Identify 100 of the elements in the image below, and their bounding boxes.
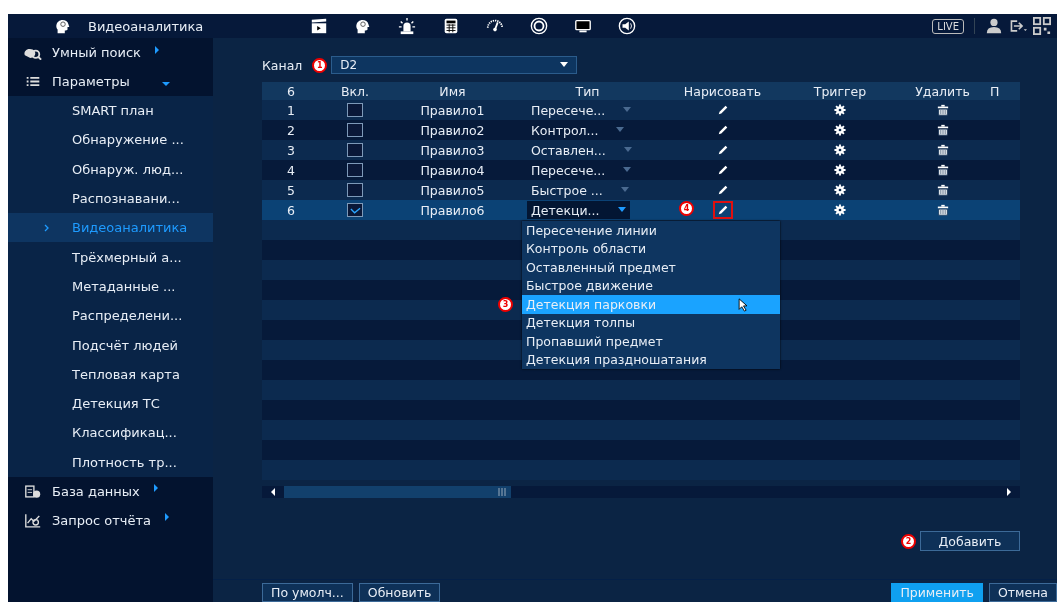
dropdown-option[interactable]: Контроль области bbox=[522, 239, 780, 258]
dropdown-option[interactable]: Пропавший предмет bbox=[522, 332, 780, 351]
sidebar-item[interactable]: Обнаруж. люд... bbox=[8, 154, 213, 184]
sidebar-item[interactable]: Тепловая карта bbox=[8, 359, 213, 389]
grip-icon bbox=[497, 487, 507, 497]
scroll-left-icon[interactable] bbox=[270, 488, 276, 496]
table-cell-text: Правило6 bbox=[419, 202, 486, 218]
sidebar-item[interactable]: Обнаружение ... bbox=[8, 125, 213, 155]
settings-icon[interactable] bbox=[834, 204, 846, 216]
type-dropdown[interactable]: Оставлен... bbox=[527, 141, 636, 159]
pencil-icon[interactable] bbox=[716, 184, 729, 196]
table-cell-text: Правило4 bbox=[419, 162, 486, 178]
sidebar-item[interactable]: Видеоаналитика bbox=[8, 213, 213, 243]
pencil-icon[interactable] bbox=[716, 204, 729, 216]
type-dropdown[interactable]: Быстрое ... bbox=[527, 181, 633, 199]
column-header: 6 bbox=[286, 83, 296, 99]
column-header: Удалить bbox=[914, 83, 971, 99]
checkbox[interactable] bbox=[347, 203, 363, 217]
dropdown-option[interactable]: Детекция праздношатания bbox=[522, 350, 780, 369]
sidebar-item[interactable]: Подсчёт людей bbox=[8, 330, 213, 360]
sidebar-item[interactable]: Плотность тр... bbox=[8, 447, 213, 477]
sidebar-item[interactable]: Трёхмерный а... bbox=[8, 242, 213, 272]
type-dropdown[interactable]: Пересече... bbox=[527, 161, 636, 179]
logout-icon[interactable] bbox=[1009, 17, 1027, 35]
checkbox[interactable] bbox=[347, 183, 363, 197]
table-row[interactable]: 4 Правило4 Пересече... bbox=[262, 160, 1020, 180]
dropdown-option[interactable]: Быстрое движение bbox=[522, 276, 780, 295]
pencil-icon[interactable] bbox=[716, 144, 729, 156]
live-button[interactable]: LIVE bbox=[932, 18, 964, 34]
dropdown-option[interactable]: Детекция толпы bbox=[522, 313, 780, 332]
sidebar-item[interactable]: SMART план bbox=[8, 96, 213, 126]
footer-button[interactable]: Отмена bbox=[988, 583, 1057, 602]
scroll-right-icon[interactable] bbox=[1006, 488, 1012, 496]
trash-icon[interactable] bbox=[936, 184, 949, 196]
sidebar-item[interactable]: Детекция ТС bbox=[8, 388, 213, 419]
chevron-icon bbox=[44, 224, 50, 233]
trash-icon[interactable] bbox=[936, 164, 949, 176]
speaker-icon[interactable] bbox=[618, 17, 636, 35]
table-row[interactable]: 3 Правило3 Оставлен... bbox=[262, 140, 1020, 160]
dropdown-option[interactable]: Оставленный предмет bbox=[522, 258, 780, 277]
caret-down-icon bbox=[623, 107, 632, 113]
caret-down-icon bbox=[161, 79, 170, 88]
column-header: Имя bbox=[438, 83, 467, 99]
footer-button[interactable]: Обновить bbox=[358, 583, 441, 602]
table-cell-text: 1 bbox=[286, 102, 296, 118]
sidebar-item[interactable]: Запрос отчёта bbox=[8, 505, 213, 535]
channel-label: Канал bbox=[262, 57, 303, 73]
sidebar-item[interactable]: Распределени... bbox=[8, 301, 213, 331]
user-icon[interactable] bbox=[985, 17, 1003, 35]
table-cell-text: Правило5 bbox=[419, 182, 486, 198]
checkbox[interactable] bbox=[347, 123, 363, 137]
settings-icon[interactable] bbox=[834, 184, 846, 196]
type-dropdown[interactable]: Контрол... bbox=[527, 121, 629, 139]
caret-down-icon bbox=[616, 127, 625, 133]
settings-icon[interactable] bbox=[834, 144, 846, 156]
channel-dropdown[interactable]: D2 bbox=[331, 56, 578, 74]
table-row[interactable]: 5 Правило5 Быстрое ... bbox=[262, 180, 1020, 200]
sidebar-item[interactable]: Классификац... bbox=[8, 418, 213, 448]
trash-icon[interactable] bbox=[936, 144, 949, 156]
type-dropdown[interactable]: Пересече... bbox=[527, 101, 636, 119]
type-dropdown[interactable]: Детекци... bbox=[527, 201, 630, 219]
trash-icon[interactable] bbox=[936, 204, 949, 216]
checkbox[interactable] bbox=[347, 163, 363, 177]
scroll-thumb[interactable] bbox=[284, 486, 511, 498]
alarm-light-icon[interactable] bbox=[398, 17, 416, 35]
pencil-icon[interactable] bbox=[716, 124, 729, 136]
add-button[interactable]: Добавить bbox=[920, 531, 1020, 551]
table-cell-text: Правило1 bbox=[419, 102, 486, 118]
settings-icon[interactable] bbox=[834, 104, 846, 116]
head-icon bbox=[54, 17, 72, 35]
monitor-icon[interactable] bbox=[574, 17, 592, 35]
pencil-icon[interactable] bbox=[716, 104, 729, 116]
clapperboard-icon[interactable] bbox=[310, 17, 328, 35]
trash-icon[interactable] bbox=[936, 124, 949, 136]
callout-marker: 1 bbox=[312, 57, 328, 73]
caret-right-icon bbox=[151, 484, 160, 493]
settings-icon[interactable] bbox=[834, 124, 846, 136]
checkbox[interactable] bbox=[347, 103, 363, 117]
qr-code-icon[interactable] bbox=[1033, 17, 1051, 35]
calculator-icon[interactable] bbox=[442, 17, 460, 35]
footer-button[interactable]: По умолч... bbox=[262, 583, 353, 602]
trash-icon[interactable] bbox=[936, 104, 949, 116]
sidebar-item[interactable]: Параметры bbox=[8, 67, 213, 96]
table-row[interactable]: 2 Правило2 Контрол... bbox=[262, 120, 1020, 140]
caret-down-icon bbox=[623, 167, 632, 173]
horizontal-scrollbar[interactable] bbox=[262, 486, 1020, 498]
table-cell-text: Правило3 bbox=[419, 142, 486, 158]
caret-down-icon bbox=[617, 207, 626, 213]
checkbox[interactable] bbox=[347, 143, 363, 157]
callout-marker: 2 bbox=[901, 533, 916, 549]
dropdown-option[interactable]: Пересечение линии bbox=[522, 221, 780, 240]
pencil-icon[interactable] bbox=[716, 164, 729, 176]
sidebar-item[interactable]: База данных bbox=[8, 476, 213, 506]
sidebar-item[interactable]: Умный поиск bbox=[8, 38, 213, 67]
callout-marker: 4 bbox=[679, 201, 694, 216]
sidebar-item[interactable]: Метаданные ... bbox=[8, 271, 213, 302]
sidebar-item[interactable]: Распознавани... bbox=[8, 183, 213, 214]
table-row[interactable]: 1 Правило1 Пересече... bbox=[262, 100, 1020, 120]
settings-icon[interactable] bbox=[834, 164, 846, 176]
head-icon[interactable] bbox=[354, 17, 372, 35]
